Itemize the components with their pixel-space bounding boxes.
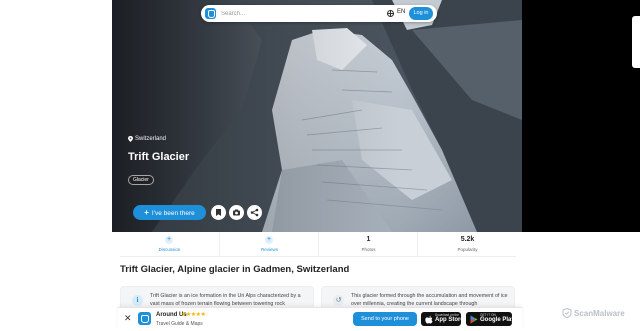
right-gutter (522, 0, 640, 232)
stat-label: Photos (361, 247, 376, 252)
hero-shade (112, 0, 522, 232)
stat-label: Reviews (260, 247, 278, 252)
bookmark-icon (216, 209, 221, 216)
logo-icon[interactable] (205, 8, 216, 19)
play-icon (470, 315, 478, 324)
page: EN Log in Switzerland Trift Glacier Glac… (0, 0, 640, 331)
camera-icon (233, 209, 240, 216)
been-there-label: I've been there (151, 210, 195, 217)
been-there-button[interactable]: + I've been there (133, 205, 206, 220)
send-to-phone-button[interactable]: Send to your phone (353, 312, 417, 326)
card-text: This glacier formed through the accumula… (351, 293, 508, 307)
stat-label: Discussion (158, 247, 181, 252)
card-text: Trift Glacier is an ice formation in the… (150, 293, 301, 307)
stats-row: + Discussion + Reviews 1 Photos 5.2k Pop… (120, 232, 516, 257)
add-photo-button[interactable] (229, 205, 244, 220)
app-store-button[interactable]: Download on the App Store (421, 312, 464, 326)
add-review-icon: + (265, 236, 273, 244)
page-title: Trift Glacier (128, 151, 190, 163)
apple-icon (425, 315, 433, 324)
place-heading: Trift Glacier, Alpine glacier in Gadmen,… (120, 264, 349, 275)
bookmark-button[interactable] (211, 205, 226, 220)
share-button[interactable] (247, 205, 262, 220)
stat-reviews[interactable]: + Reviews (219, 232, 318, 257)
googleplay-label: Google Play (480, 317, 515, 323)
app-subtitle: Travel Guide & Maps (156, 321, 203, 327)
google-play-button[interactable]: GET IT ON Google Play (466, 312, 515, 326)
watermark-logo-icon (562, 308, 572, 318)
globe-icon[interactable] (387, 10, 394, 17)
add-discussion-icon: + (165, 236, 173, 244)
share-icon (250, 208, 259, 217)
app-banner: ✕ Around Us ★★★★★ Travel Guide & Maps Se… (118, 307, 522, 331)
stat-value: 5.2k (460, 236, 475, 243)
close-icon[interactable]: ✕ (124, 314, 132, 324)
heading-description: Alpine glacier in Gadmen, Switzerland (174, 264, 350, 275)
search-bar: EN Log in (201, 5, 437, 22)
app-logo-icon (138, 312, 151, 325)
star-rating: ★★★★★ (181, 311, 206, 318)
stat-photos[interactable]: 1 Photos (318, 232, 417, 257)
language-selector[interactable]: EN (397, 9, 405, 15)
stat-value: 1 (366, 236, 371, 243)
stat-popularity: 5.2k Popularity (417, 232, 516, 257)
appstore-label: App Store (435, 317, 464, 323)
heading-name: Trift Glacier, (120, 264, 175, 275)
location-label[interactable]: Switzerland (135, 136, 166, 142)
history-icon (333, 295, 344, 306)
search-input[interactable] (221, 7, 371, 20)
left-gutter (0, 0, 112, 232)
info-icon (132, 295, 143, 306)
stat-discussion[interactable]: + Discussion (120, 232, 219, 257)
plus-icon: + (144, 208, 149, 217)
side-tab[interactable] (632, 16, 640, 68)
category-tag[interactable]: Glacier (128, 175, 154, 185)
hero-image (112, 0, 522, 232)
login-button[interactable]: Log in (409, 7, 433, 20)
stat-label: Popularity (457, 247, 478, 252)
watermark-text: ScanMalware (574, 309, 625, 318)
pin-icon (128, 136, 133, 142)
